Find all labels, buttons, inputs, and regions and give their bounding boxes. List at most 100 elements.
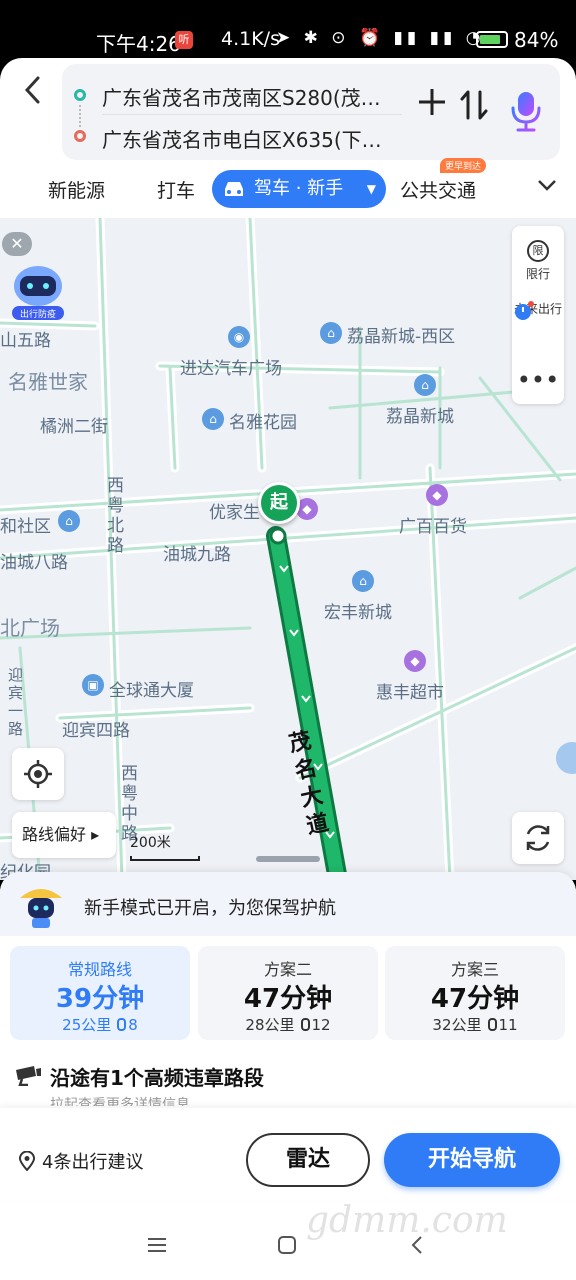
map-label: 荔晶新城 bbox=[386, 407, 454, 427]
voice-input-button[interactable] bbox=[508, 86, 544, 134]
shopping-poi-icon[interactable]: ◆ bbox=[404, 650, 426, 672]
radar-button[interactable]: 雷达 bbox=[246, 1133, 370, 1187]
limit-label: 限行 bbox=[525, 267, 550, 281]
plan-time: 47分钟 bbox=[430, 984, 520, 1014]
tab-new-energy[interactable]: 新能源 bbox=[48, 176, 105, 203]
locate-button[interactable] bbox=[12, 748, 64, 800]
back-nav-icon[interactable] bbox=[406, 1234, 428, 1262]
route-plan-2[interactable]: 方案二 47分钟 28公里 12 bbox=[198, 946, 378, 1040]
map-label: 迎宾四路 bbox=[62, 721, 130, 741]
route-preference-button[interactable]: 路线偏好 ▸ bbox=[12, 812, 116, 858]
tab-drive[interactable]: 驾车 · 新手 ▼ bbox=[212, 170, 386, 208]
plan-name: 常规路线 bbox=[67, 960, 132, 979]
plan-distance: 28公里 bbox=[245, 1016, 295, 1034]
residence-poi-icon[interactable]: ⌂ bbox=[202, 408, 224, 430]
scale-bar bbox=[130, 856, 200, 861]
map-label: 油城九路 bbox=[163, 545, 231, 565]
tab-transit[interactable]: 公共交通 bbox=[400, 176, 476, 203]
more-icon[interactable]: ••• bbox=[512, 366, 564, 394]
building-poi-icon[interactable]: ▣ bbox=[82, 674, 104, 696]
back-button[interactable] bbox=[16, 72, 52, 108]
travel-tips-link[interactable]: 4条出行建议 bbox=[18, 1148, 143, 1174]
violation-subtitle: 拉起查看更多详情信息 bbox=[50, 1097, 190, 1106]
close-banner-button[interactable]: ✕ bbox=[2, 232, 32, 256]
road-label: 迎宾一路 bbox=[8, 666, 24, 738]
travel-guard-mascot[interactable]: 出行防疫 bbox=[8, 260, 68, 322]
network-speed: 4.1K/s bbox=[221, 28, 280, 50]
swap-route-button[interactable] bbox=[456, 88, 492, 128]
map-label: 优家生 bbox=[209, 503, 260, 523]
microphone-icon bbox=[511, 92, 541, 132]
route-connector bbox=[79, 105, 81, 127]
mascot-icon bbox=[20, 889, 62, 928]
traffic-light-icon bbox=[487, 1018, 497, 1031]
camera-icon bbox=[16, 1066, 41, 1086]
plan-meta: 32公里 11 bbox=[385, 1014, 565, 1035]
home-icon[interactable] bbox=[276, 1234, 298, 1262]
start-navigation-button[interactable]: 开始导航 bbox=[384, 1133, 560, 1187]
residence-poi-icon[interactable]: ⌂ bbox=[352, 570, 374, 592]
menu-icon[interactable] bbox=[146, 1234, 168, 1262]
tab-drive-label: 驾车 · 新手 bbox=[254, 178, 344, 199]
status-icons: ➤ ✱ ⊙ ⏰ ▮▮ ▮▮ ◔ bbox=[276, 28, 485, 48]
caret-down-icon: ▼ bbox=[366, 182, 376, 196]
action-bar: 4条出行建议 雷达 开始导航 bbox=[0, 1108, 576, 1200]
residence-poi-icon[interactable]: ⌂ bbox=[320, 322, 342, 344]
map-label: 山五路 bbox=[0, 331, 51, 351]
car-poi-icon[interactable]: ◉ bbox=[228, 326, 250, 348]
map-label: 北广场 bbox=[0, 616, 60, 640]
battery-percent: 84% bbox=[514, 28, 559, 52]
map-label: 全球通大厦 bbox=[109, 681, 194, 701]
status-time: 下午4:26 bbox=[96, 32, 181, 56]
map-label: 油城八路 bbox=[0, 553, 68, 573]
crosshair-icon bbox=[24, 760, 52, 788]
battery-fill bbox=[480, 35, 501, 44]
novice-mode-notice: 新手模式已开启，为您保驾护航 bbox=[0, 872, 576, 936]
map-view[interactable]: 山五路 名雅世家 橘洲二街 ◉ 进达汽车广场 ⌂ 名雅花园 ⌂ 荔晶新城-西区 … bbox=[0, 218, 576, 880]
route-input-panel: 广东省茂名市茂南区S280(茂… 广东省茂名市电白区X635(下… 新能源 打车… bbox=[0, 58, 576, 218]
traffic-light-icon bbox=[300, 1018, 310, 1031]
residence-poi-icon[interactable]: ⌂ bbox=[58, 510, 80, 532]
refresh-route-button[interactable] bbox=[512, 812, 564, 864]
battery-icon bbox=[476, 31, 508, 48]
plan-lights: 12 bbox=[311, 1016, 331, 1034]
notification-badge: 听 bbox=[175, 31, 193, 49]
tab-taxi[interactable]: 打车 bbox=[157, 176, 195, 203]
plan-distance: 25公里 bbox=[62, 1016, 112, 1034]
future-travel-button[interactable]: 未来出行 bbox=[512, 300, 564, 320]
plan-time: 47分钟 bbox=[243, 984, 333, 1014]
map-label: 名雅世家 bbox=[8, 370, 88, 394]
add-waypoint-button[interactable] bbox=[414, 86, 450, 126]
map-label: 惠丰超市 bbox=[376, 683, 444, 703]
shopping-poi-icon[interactable]: ◆ bbox=[426, 484, 448, 506]
map-tools-panel: 限 限行 未来出行 ••• bbox=[512, 226, 564, 404]
limit-icon: 限 bbox=[527, 240, 549, 262]
chevron-down-icon[interactable] bbox=[536, 174, 558, 201]
plan-lights: 8 bbox=[128, 1016, 138, 1034]
route-plan-1[interactable]: 常规路线 39分钟 25公里 8 bbox=[10, 946, 190, 1040]
map-label: 广百百货 bbox=[399, 517, 467, 537]
traffic-light-icon bbox=[117, 1018, 127, 1031]
destination-field[interactable]: 广东省茂名市电白区X635(下… bbox=[102, 124, 402, 153]
travel-mode-tabs: 新能源 打车 驾车 · 新手 ▼ 公共交通 更早到达 bbox=[0, 158, 576, 210]
tips-label: 4条出行建议 bbox=[42, 1152, 144, 1173]
transit-badge: 更早到达 bbox=[440, 158, 487, 173]
violation-title[interactable]: 沿途有1个高频违章路段 bbox=[50, 1062, 264, 1091]
location-pin-icon bbox=[18, 1151, 36, 1171]
plus-icon bbox=[419, 89, 445, 115]
start-marker[interactable]: 起 bbox=[258, 482, 300, 524]
plan-name: 方案二 bbox=[263, 960, 312, 979]
origin-field[interactable]: 广东省茂名市茂南区S280(茂… bbox=[102, 82, 402, 111]
map-label: 橘洲二街 bbox=[40, 417, 108, 437]
traffic-limit-button[interactable]: 限 限行 bbox=[512, 240, 564, 282]
residence-poi-icon[interactable]: ⌂ bbox=[414, 374, 436, 396]
car-icon bbox=[225, 182, 243, 196]
notice-text: 新手模式已开启，为您保驾护航 bbox=[84, 898, 336, 919]
plan-time: 39分钟 bbox=[55, 984, 145, 1014]
map-label: 进达汽车广场 bbox=[180, 359, 282, 379]
plan-name: 方案三 bbox=[450, 960, 499, 979]
sheet-drag-handle[interactable] bbox=[256, 856, 320, 862]
divider bbox=[102, 114, 402, 115]
plan-lights: 11 bbox=[498, 1016, 518, 1034]
route-plan-3[interactable]: 方案三 47分钟 32公里 11 bbox=[385, 946, 565, 1040]
